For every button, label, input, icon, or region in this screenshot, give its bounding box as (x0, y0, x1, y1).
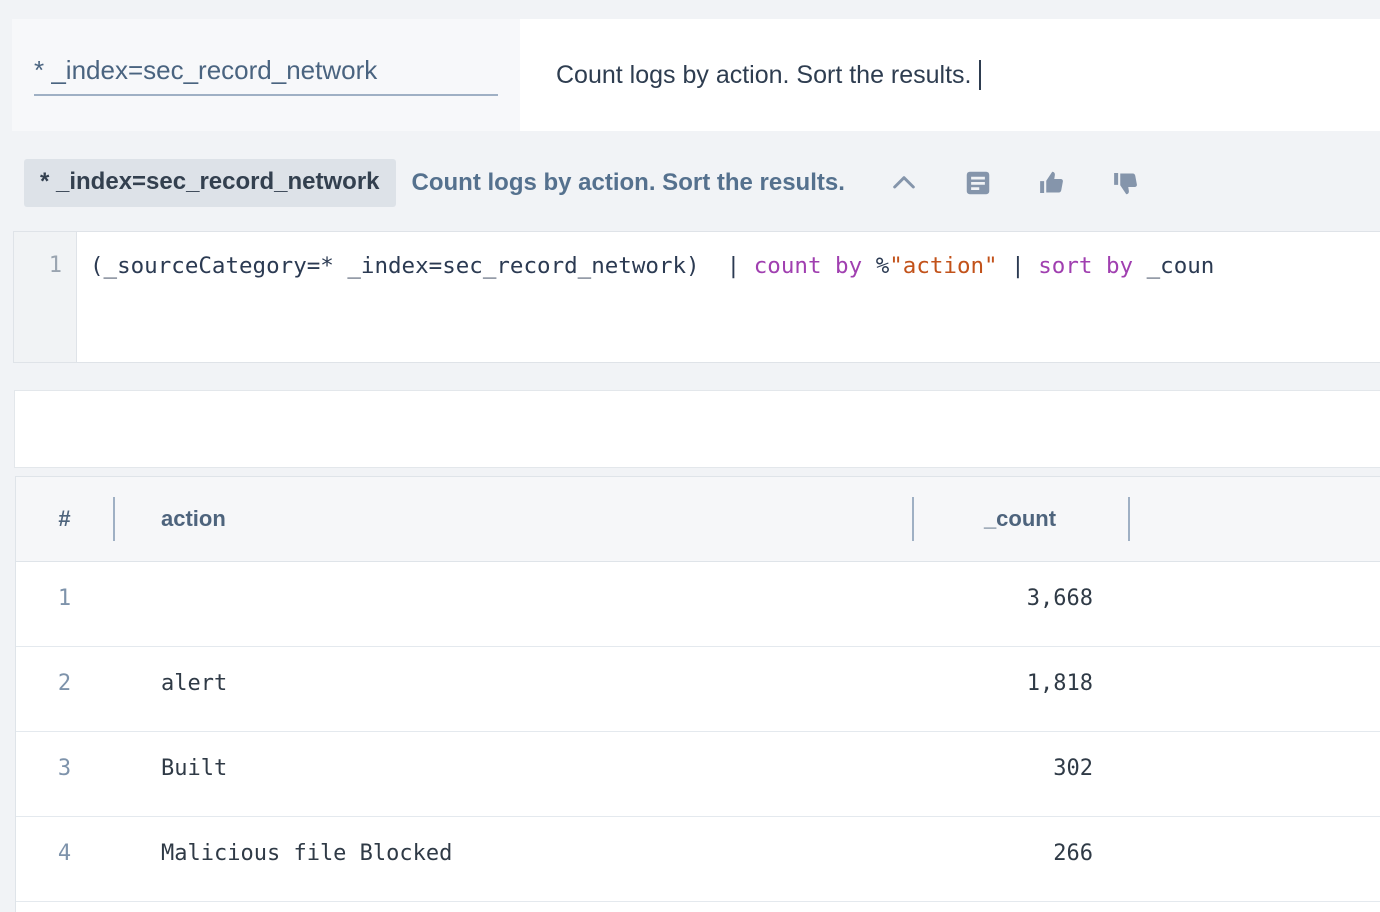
table-row[interactable]: 1 3,668 (16, 562, 1380, 647)
cell-action (113, 562, 912, 586)
column-divider (1128, 497, 1130, 541)
code-token-pipe: | (726, 253, 754, 279)
query-code-editor[interactable]: 1 (_sourceCategory=* _index=sec_record_n… (13, 231, 1380, 363)
table-row[interactable]: 3 Built 302 (16, 732, 1380, 817)
chevron-up-icon[interactable] (887, 166, 921, 200)
code-token-pipe: | (1011, 253, 1039, 279)
editor-gutter: 1 (14, 232, 77, 362)
cell-action: alert (161, 671, 228, 696)
cell-count: 1,818 (1026, 671, 1093, 696)
cell-spacer (1128, 732, 1380, 756)
query-bar: * _index=sec_record_network Count logs b… (12, 19, 1380, 131)
cell-index: 3 (57, 756, 72, 781)
column-header-action-label: action (161, 506, 226, 531)
cell-index: 2 (57, 671, 72, 696)
column-header-index[interactable]: # (16, 477, 113, 561)
scope-search-value: * _index=sec_record_network (34, 54, 378, 85)
cell-count: 302 (1053, 756, 1093, 781)
cell-spacer (1128, 562, 1380, 586)
column-header-action[interactable]: action (113, 477, 912, 561)
code-token-plain: _coun (1146, 253, 1215, 279)
cell-index: 1 (57, 586, 72, 611)
cell-count (912, 902, 1128, 912)
column-divider (113, 497, 115, 541)
scope-search-input[interactable]: * _index=sec_record_network (12, 19, 520, 131)
answer-title: Count logs by action. Sort the results. (411, 169, 845, 196)
results-toolbar-panel (14, 390, 1380, 468)
query-code-line: (_sourceCategory=* _index=sec_record_net… (90, 251, 1380, 281)
table-body: 1 3,668 2 alert 1,818 3 Built 302 4 Malicious fil… (16, 562, 1380, 912)
code-token-plain: % (875, 253, 890, 279)
cell-index: 4 (57, 841, 72, 866)
cell-action: Built (161, 756, 228, 781)
answer-action-group (887, 166, 1143, 200)
cell-action (113, 902, 912, 912)
code-token-string: "action" (889, 253, 1012, 279)
results-table: # action _count 1 3,668 2 alert 1,818 3 Built 3… (15, 476, 1380, 912)
column-header-spacer (1128, 477, 1380, 561)
cell-count: 266 (1053, 841, 1093, 866)
cell-spacer (1128, 647, 1380, 671)
code-token-keyword: count by (753, 253, 876, 279)
editor-line-number: 1 (48, 253, 62, 278)
cell-action: Malicious file Blocked (161, 841, 453, 866)
cell-count: 3,668 (1026, 586, 1093, 611)
table-row[interactable]: 2 alert 1,818 (16, 647, 1380, 732)
nl-prompt-input[interactable]: Count logs by action. Sort the results. (520, 19, 1380, 131)
editor-code-area[interactable]: (_sourceCategory=* _index=sec_record_net… (77, 232, 1380, 362)
answer-scope-pill: * _index=sec_record_network (24, 159, 396, 207)
answer-header-bar: * _index=sec_record_network Count logs b… (0, 150, 1380, 216)
column-header-count[interactable]: _count (912, 477, 1128, 561)
table-header-row: # action _count (16, 477, 1380, 562)
scope-input-underline (34, 94, 498, 97)
thumbs-up-icon[interactable] (1035, 166, 1069, 200)
nl-prompt-value: Count logs by action. Sort the results. (556, 60, 972, 89)
cell-spacer (1128, 817, 1380, 841)
code-token-keyword: sort by (1038, 253, 1147, 279)
text-caret (978, 60, 981, 90)
code-token-plain: (_sourceCategory=* _index=sec_record_net… (90, 253, 727, 279)
cell-spacer (1128, 902, 1380, 912)
table-row[interactable]: 4 Malicious file Blocked 266 (16, 817, 1380, 902)
notes-icon[interactable] (961, 166, 995, 200)
cell-index: 5 (16, 902, 113, 912)
column-divider (912, 497, 914, 541)
column-header-count-label: _count (983, 506, 1057, 531)
thumbs-down-icon[interactable] (1109, 166, 1143, 200)
table-row[interactable]: 5 (16, 902, 1380, 912)
